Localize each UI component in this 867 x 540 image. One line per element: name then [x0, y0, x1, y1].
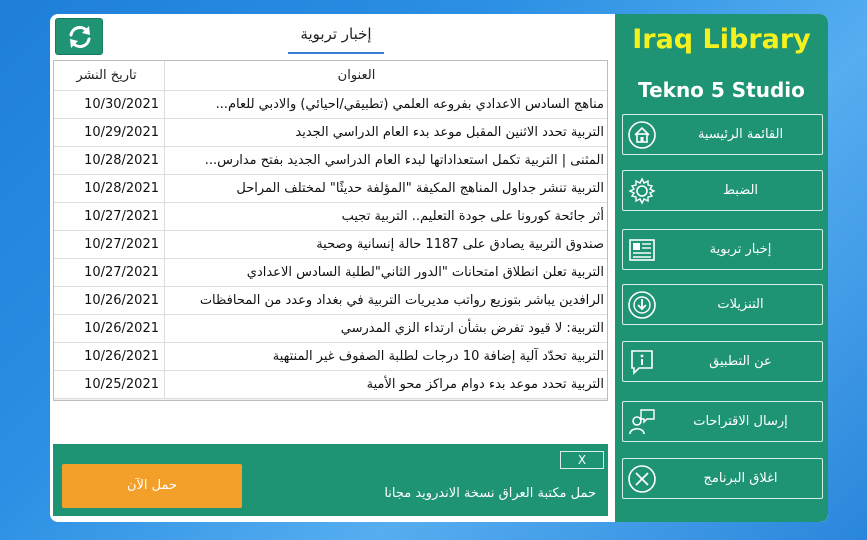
row-date: 10/27/2021 [54, 203, 165, 230]
sidebar-item-feedback[interactable]: إرسال الاقتراحات [622, 401, 823, 442]
row-title: الرافدين يباشر بتوزيع رواتب مديريات التر… [199, 293, 604, 308]
row-title: صندوق التربية يصادق على 1187 حالة إنساني… [316, 237, 604, 252]
row-title: أثر جائحة كورونا على جودة التعليم.. التر… [341, 209, 604, 224]
column-header-date: تاريخ النشر [54, 61, 165, 90]
feedback-icon [627, 407, 657, 437]
sidebar-item-label: الضبط [722, 183, 759, 198]
refresh-icon [69, 26, 91, 48]
table-row[interactable]: 10/26/2021 الرافدين يباشر بتوزيع رواتب م… [54, 287, 607, 315]
sidebar-item-label: عن التطبيق [709, 354, 772, 369]
table-row[interactable]: 10/26/2021 التربية: لا قيود تفرض بشأن ار… [54, 315, 607, 343]
download-now-button[interactable]: حمل الآن [62, 464, 242, 508]
banner-text: حمل مكتبة العراق نسخة الاندرويد مجانا [384, 486, 596, 501]
sidebar-item-about[interactable]: عن التطبيق [622, 341, 823, 382]
row-date: 10/27/2021 [54, 231, 165, 258]
row-title: التربية: لا قيود تفرض بشأن ارتداء الزي ا… [340, 321, 604, 336]
info-icon [627, 347, 657, 377]
row-date: 10/26/2021 [54, 315, 165, 342]
sidebar-item-news[interactable]: إخبار تربوية [622, 229, 823, 270]
row-date: 10/26/2021 [54, 287, 165, 314]
column-header-title: العنوان [337, 68, 376, 83]
table-row[interactable]: 10/28/2021 التربية تنشر جداول المناهج ال… [54, 175, 607, 203]
row-date: 10/28/2021 [54, 175, 165, 202]
sidebar-item-label: التنزيلات [717, 297, 764, 312]
news-table: تاريخ النشر العنوان 10/30/2021 مناهج الس… [53, 60, 608, 401]
row-title: التربية تنشر جداول المناهج المكيفة "المؤ… [236, 181, 604, 196]
gear-icon [627, 176, 657, 206]
row-date: 10/28/2021 [54, 147, 165, 174]
row-title: مناهج السادس الاعدادي بفروعه العلمي (تطب… [215, 97, 604, 112]
close-ad-button[interactable]: X [560, 451, 604, 469]
sidebar-item-label: اغلاق البرنامج [703, 471, 778, 486]
sidebar-item-label: إرسال الاقتراحات [693, 414, 788, 429]
row-title: التربية تحدد الاثنين المقبل موعد بدء الع… [295, 125, 604, 140]
row-title: المثنى | التربية تكمل استعداداتها لبدء ا… [204, 153, 604, 168]
table-row[interactable]: 10/25/2021 التربية تحدد موعد بدء دوام مر… [54, 371, 607, 399]
row-date: 10/26/2021 [54, 343, 165, 370]
row-title: التربية تحدّد آلية إضافة 10 درجات لطلبة … [272, 349, 604, 364]
app-subtitle: Tekno 5 Studio [638, 78, 805, 102]
row-title: التربية تحدد موعد بدء دوام مراكز محو الأ… [366, 377, 604, 392]
row-date: 10/27/2021 [54, 259, 165, 286]
table-row[interactable]: 10/30/2021 مناهج السادس الاعدادي بفروعه … [54, 91, 607, 119]
table-row[interactable]: 10/27/2021 التربية تعلن انطلاق امتحانات … [54, 259, 607, 287]
sidebar: Iraq Library Tekno 5 Studio القائمة الرئ… [615, 14, 828, 522]
table-row[interactable]: 10/28/2021 المثنى | التربية تكمل استعداد… [54, 147, 607, 175]
app-title: Iraq Library [632, 24, 811, 55]
table-row[interactable]: 10/27/2021 صندوق التربية يصادق على 1187 … [54, 231, 607, 259]
sidebar-item-label: القائمة الرئيسية [697, 127, 784, 142]
refresh-button[interactable] [55, 18, 103, 55]
home-icon [627, 120, 657, 150]
sidebar-item-label: إخبار تربوية [709, 242, 772, 257]
sidebar-item-home[interactable]: القائمة الرئيسية [622, 114, 823, 155]
sidebar-item-exit[interactable]: اغلاق البرنامج [622, 458, 823, 499]
row-date: 10/30/2021 [54, 91, 165, 118]
tab-news[interactable]: إخبار تربوية [288, 20, 384, 54]
app-window: إخبار تربوية تاريخ النشر العنوان 10/30/2… [50, 14, 828, 522]
sidebar-item-settings[interactable]: الضبط [622, 170, 823, 211]
table-row[interactable]: 10/26/2021 التربية تحدّد آلية إضافة 10 د… [54, 343, 607, 371]
row-date: 10/25/2021 [54, 371, 165, 398]
table-header-row: تاريخ النشر العنوان [54, 61, 607, 91]
table-row[interactable]: 10/27/2021 أثر جائحة كورونا على جودة الت… [54, 203, 607, 231]
row-date: 10/29/2021 [54, 119, 165, 146]
ad-banner: X حمل الآن حمل مكتبة العراق نسخة الاندرو… [53, 444, 608, 516]
download-icon [627, 290, 657, 320]
row-title: التربية تعلن انطلاق امتحانات "الدور الثا… [246, 265, 604, 280]
sidebar-item-downloads[interactable]: التنزيلات [622, 284, 823, 325]
newspaper-icon [627, 235, 657, 265]
close-circle-icon [627, 464, 657, 494]
table-row[interactable]: 10/29/2021 التربية تحدد الاثنين المقبل م… [54, 119, 607, 147]
